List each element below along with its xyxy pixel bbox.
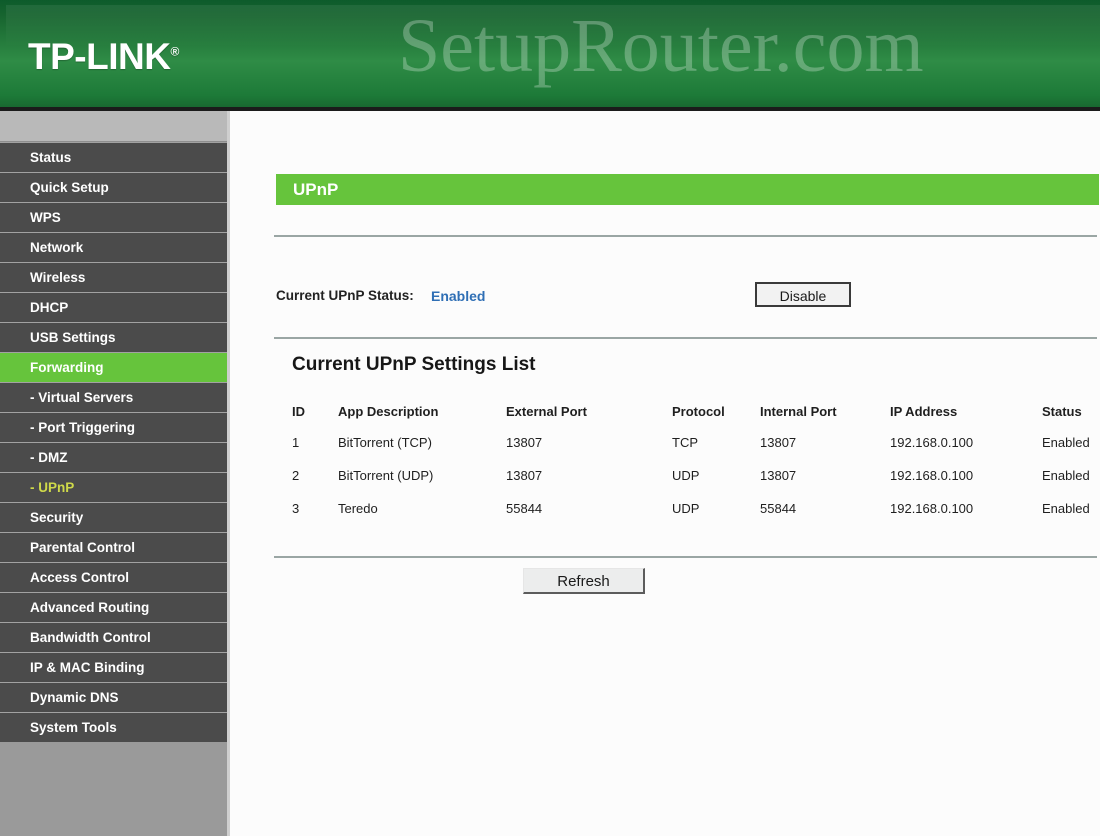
cell-protocol: UDP <box>672 501 700 516</box>
sidebar-item-bandwidth-control[interactable]: Bandwidth Control <box>0 622 227 652</box>
sidebar-item-wireless[interactable]: Wireless <box>0 262 227 292</box>
sidebar-item-system-tools[interactable]: System Tools <box>0 712 227 742</box>
divider-middle <box>274 337 1097 339</box>
cell-app-description: Teredo <box>338 501 378 516</box>
sidebar-item-upnp[interactable]: - UPnP <box>0 472 227 502</box>
sidebar-item-dmz[interactable]: - DMZ <box>0 442 227 472</box>
tplink-logo: TP-LINK® <box>28 38 179 75</box>
tplink-logo-text: TP-LINK <box>28 36 171 77</box>
column-header-external-port: External Port <box>506 403 587 419</box>
router-admin-page: SetupRouter.com TP-LINK® Status Quick Set… <box>0 0 1100 836</box>
cell-ip-address: 192.168.0.100 <box>890 468 974 483</box>
sidebar-item-wps[interactable]: WPS <box>0 202 227 232</box>
divider-bottom <box>274 556 1097 558</box>
sidebar-top-strip <box>0 111 227 142</box>
page-title: UPnP <box>293 180 339 199</box>
sidebar-item-access-control[interactable]: Access Control <box>0 562 227 592</box>
page-header: SetupRouter.com TP-LINK® <box>0 0 1100 111</box>
column-header-internal-port: Internal Port <box>760 403 837 419</box>
cell-app-description: BitTorrent (TCP) <box>338 435 432 450</box>
site-watermark: SetupRouter.com <box>398 4 924 88</box>
column-header-status: Status <box>1042 403 1082 419</box>
cell-ip-address: 192.168.0.100 <box>890 501 974 516</box>
disable-upnp-button[interactable]: Disable <box>755 282 851 307</box>
column-header-protocol: Protocol <box>672 403 725 419</box>
sidebar-item-forwarding[interactable]: Forwarding <box>0 352 227 382</box>
cell-external-port: 55844 <box>506 501 543 516</box>
upnp-status-value: Enabled <box>431 288 486 304</box>
sidebar-item-security[interactable]: Security <box>0 502 227 532</box>
cell-protocol: TCP <box>672 435 698 450</box>
column-header-id: ID <box>292 403 305 419</box>
table-row: 2 BitTorrent (UDP) 13807 UDP 13807 192.168.0.… <box>292 459 1100 492</box>
upnp-settings-table-wrap: ID App Description External Port Protoco… <box>292 396 1090 525</box>
upnp-status-label: Current UPnP Status: <box>276 288 414 303</box>
cell-ip-address: 192.168.0.100 <box>890 435 974 450</box>
cell-external-port: 13807 <box>506 435 543 450</box>
cell-id: 3 <box>292 501 300 516</box>
upnp-status-row: Current UPnP Status: Enabled Disable <box>276 281 1099 311</box>
sidebar-item-parental-control[interactable]: Parental Control <box>0 532 227 562</box>
sidebar-item-dynamic-dns[interactable]: Dynamic DNS <box>0 682 227 712</box>
column-header-app: App Description <box>338 403 439 419</box>
sidebar-item-virtual-servers[interactable]: - Virtual Servers <box>0 382 227 412</box>
sidebar-item-quick-setup[interactable]: Quick Setup <box>0 172 227 202</box>
cell-status: Enabled <box>1042 468 1090 483</box>
sidebar-item-network[interactable]: Network <box>0 232 227 262</box>
cell-internal-port: 13807 <box>760 435 797 450</box>
page-title-bar: UPnP <box>276 174 1099 205</box>
table-header-row: ID App Description External Port Protoco… <box>292 396 1100 426</box>
cell-status: Enabled <box>1042 501 1090 516</box>
sidebar-item-port-triggering[interactable]: - Port Triggering <box>0 412 227 442</box>
cell-protocol: UDP <box>672 468 700 483</box>
sidebar-item-advanced-routing[interactable]: Advanced Routing <box>0 592 227 622</box>
upnp-settings-table: ID App Description External Port Protoco… <box>292 396 1100 525</box>
sidebar: Status Quick Setup WPS Network Wireless DHCP U… <box>0 111 227 836</box>
sidebar-item-ip-mac-binding[interactable]: IP & MAC Binding <box>0 652 227 682</box>
sidebar-item-usb-settings[interactable]: USB Settings <box>0 322 227 352</box>
cell-internal-port: 55844 <box>760 501 797 516</box>
sidebar-item-status[interactable]: Status <box>0 142 227 172</box>
column-header-ip-address: IP Address <box>890 403 958 419</box>
cell-external-port: 13807 <box>506 468 543 483</box>
cell-app-description: BitTorrent (UDP) <box>338 468 434 483</box>
divider-top <box>274 235 1097 237</box>
trademark-icon: ® <box>170 44 179 59</box>
settings-list-heading: Current UPnP Settings List <box>292 354 536 375</box>
table-body: 1 BitTorrent (TCP) 13807 TCP 13807 192.168.0.… <box>292 426 1100 525</box>
sidebar-item-dhcp[interactable]: DHCP <box>0 292 227 322</box>
sidebar-menu: Status Quick Setup WPS Network Wireless DHCP U… <box>0 142 227 742</box>
cell-internal-port: 13807 <box>760 468 797 483</box>
cell-id: 2 <box>292 468 300 483</box>
main-content: UPnP Current UPnP Status: Enabled Disabl… <box>227 111 1100 836</box>
table-row: 1 BitTorrent (TCP) 13807 TCP 13807 192.168.0.… <box>292 426 1100 459</box>
table-header: ID App Description External Port Protoco… <box>292 396 1100 426</box>
cell-status: Enabled <box>1042 435 1090 450</box>
refresh-button[interactable]: Refresh <box>523 568 645 594</box>
cell-id: 1 <box>292 435 300 450</box>
table-row: 3 Teredo 55844 UDP 55844 192.168.0.100 Enabled <box>292 492 1100 525</box>
